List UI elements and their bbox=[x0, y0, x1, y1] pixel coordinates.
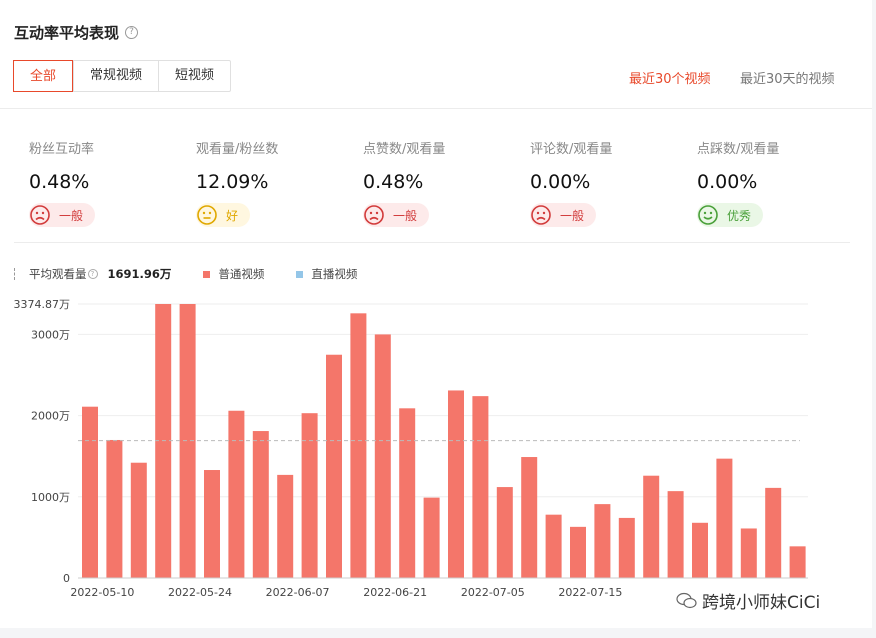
metric-label: 观看量/粉丝数 bbox=[196, 142, 279, 157]
bar bbox=[423, 497, 440, 578]
rating-badge: 一般 bbox=[530, 203, 597, 227]
bar bbox=[301, 413, 318, 578]
bar bbox=[667, 491, 684, 578]
metric-label: 点赞数/观看量 bbox=[363, 142, 446, 157]
bar bbox=[350, 313, 367, 578]
card-header: 互动率平均表现 ? bbox=[14, 22, 139, 43]
y-tick-label: 3374.87万 bbox=[14, 298, 71, 311]
y-tick-label: 0 bbox=[63, 572, 70, 585]
divider bbox=[14, 242, 850, 243]
bar bbox=[692, 522, 708, 578]
tab-all[interactable]: 全部 bbox=[13, 60, 74, 92]
bar bbox=[374, 334, 391, 578]
x-tick-label: 2022-07-05 bbox=[461, 586, 525, 599]
bar bbox=[472, 396, 489, 578]
metric-comments-per-view: 评论数/观看量 0.00% 一般 bbox=[530, 138, 680, 230]
bar bbox=[643, 475, 660, 578]
video-type-tabs: 全部 常规视频 短视频 bbox=[13, 60, 232, 92]
bar bbox=[448, 390, 464, 578]
interaction-rate-card: 互动率平均表现 ? 全部 常规视频 短视频 最近30个视频 最近30天的视频 粉… bbox=[0, 0, 872, 628]
bar bbox=[399, 408, 416, 578]
help-icon[interactable]: ? bbox=[87, 269, 98, 279]
y-tick-label: 3000万 bbox=[31, 328, 70, 341]
range-recent-30-videos[interactable]: 最近30个视频 bbox=[629, 68, 711, 87]
bar bbox=[130, 462, 147, 578]
metric-value: 0.00% bbox=[530, 171, 591, 193]
rating-badge: 一般 bbox=[363, 203, 430, 227]
bar bbox=[521, 457, 538, 578]
metric-value: 0.00% bbox=[697, 171, 758, 193]
sad-face-icon bbox=[531, 205, 551, 225]
series-swatch-live bbox=[296, 270, 304, 278]
bar bbox=[545, 514, 562, 578]
rating-text: 一般 bbox=[393, 208, 418, 223]
legend-regular-video[interactable]: 普通视频 bbox=[218, 266, 264, 282]
average-line-marker bbox=[14, 268, 15, 280]
bar-chart: 0 1000万 2000万 3000万 3374.87万 2022-05-10 2022-0… bbox=[14, 298, 808, 599]
metric-label: 评论数/观看量 bbox=[530, 142, 613, 157]
y-tick-label: 1000万 bbox=[31, 491, 70, 504]
y-tick-label: 2000万 bbox=[31, 410, 70, 423]
neutral-face-icon bbox=[197, 205, 217, 225]
x-tick-label: 2022-06-21 bbox=[363, 586, 427, 599]
rating-text: 一般 bbox=[560, 208, 585, 223]
metric-dislikes-per-view: 点踩数/观看量 0.00% 优秀 bbox=[697, 138, 847, 230]
rating-text: 优秀 bbox=[727, 208, 752, 223]
bar bbox=[228, 410, 245, 578]
x-tick-label: 2022-05-24 bbox=[168, 586, 232, 599]
chart-legend: 平均观看量 ? 1691.96万 普通视频 直播视频 bbox=[14, 266, 357, 282]
divider bbox=[0, 108, 872, 109]
bar bbox=[789, 546, 806, 578]
bar bbox=[765, 487, 782, 578]
help-icon[interactable]: ? bbox=[125, 26, 139, 39]
bar bbox=[252, 431, 269, 578]
rating-badge: 优秀 bbox=[697, 203, 764, 227]
metric-views-per-fan: 观看量/粉丝数 12.09% 好 bbox=[196, 138, 346, 230]
bar bbox=[716, 458, 733, 578]
metric-value: 0.48% bbox=[29, 171, 90, 193]
legend-live-video[interactable]: 直播视频 bbox=[311, 266, 357, 282]
average-label: 平均观看量 bbox=[29, 267, 87, 281]
rating-badge: 一般 bbox=[29, 203, 96, 227]
bar bbox=[277, 474, 294, 578]
sad-face-icon bbox=[364, 205, 384, 225]
tab-regular-video[interactable]: 常规视频 bbox=[73, 61, 158, 91]
bar bbox=[740, 528, 757, 578]
tab-short-video[interactable]: 短视频 bbox=[158, 61, 230, 91]
bar bbox=[326, 354, 342, 578]
watermark: 跨境小师妹CiCi bbox=[676, 588, 821, 613]
metric-label: 粉丝互动率 bbox=[29, 142, 95, 157]
bar bbox=[594, 504, 611, 578]
metric-value: 0.48% bbox=[363, 171, 424, 193]
average-value: 1691.96万 bbox=[107, 267, 172, 281]
metric-likes-per-view: 点赞数/观看量 0.48% 一般 bbox=[363, 138, 513, 230]
range-last-30-days[interactable]: 最近30天的视频 bbox=[740, 68, 835, 87]
rating-badge: 好 bbox=[196, 203, 251, 227]
metric-fan-interaction: 粉丝互动率 0.48% 一般 bbox=[29, 138, 179, 230]
x-tick-label: 2022-05-10 bbox=[70, 586, 134, 599]
card-title: 互动率平均表现 bbox=[14, 24, 120, 42]
rating-text: 一般 bbox=[59, 208, 84, 223]
bar bbox=[618, 517, 635, 578]
sad-face-icon bbox=[30, 205, 50, 225]
bar bbox=[82, 406, 98, 578]
wechat-icon bbox=[676, 592, 697, 608]
series-swatch-regular bbox=[203, 270, 211, 278]
watermark-text: 跨境小师妹CiCi bbox=[702, 593, 821, 613]
metric-value: 12.09% bbox=[196, 171, 269, 193]
bar bbox=[496, 487, 513, 578]
x-tick-label: 2022-07-15 bbox=[558, 586, 622, 599]
x-tick-label: 2022-06-07 bbox=[266, 586, 330, 599]
rating-text: 好 bbox=[226, 208, 239, 223]
metric-label: 点踩数/观看量 bbox=[697, 142, 780, 157]
smile-face-icon bbox=[698, 205, 718, 225]
bar bbox=[570, 526, 586, 578]
bar bbox=[106, 439, 123, 578]
bar bbox=[204, 470, 220, 578]
